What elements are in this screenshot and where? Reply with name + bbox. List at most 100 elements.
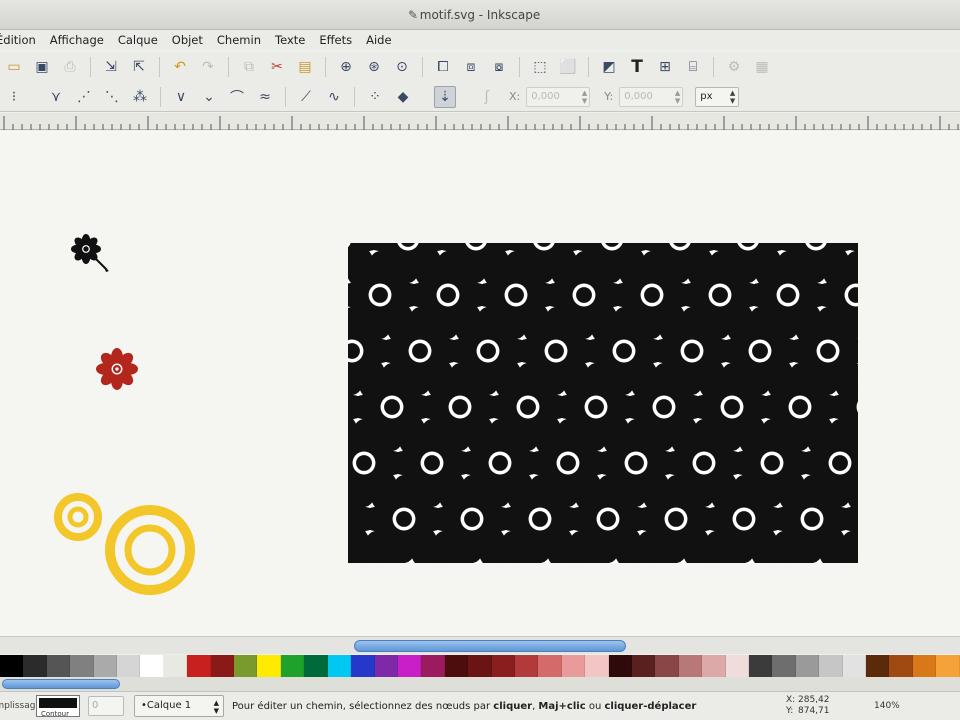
preferences-icon[interactable]: ⚙: [723, 56, 745, 78]
palette-swatch[interactable]: [210, 655, 235, 677]
yellow-ring-large[interactable]: [105, 505, 195, 595]
palette-swatch[interactable]: [538, 655, 562, 677]
palette-swatch[interactable]: [889, 655, 913, 677]
palette-swatch[interactable]: [444, 655, 469, 677]
yellow-ring-small[interactable]: [54, 493, 102, 541]
paste-icon[interactable]: ▤: [294, 56, 316, 78]
undo-icon[interactable]: ↶: [169, 56, 191, 78]
show-handles-icon[interactable]: ⇣: [434, 85, 456, 108]
text-tool-icon[interactable]: T: [626, 56, 648, 78]
cusp-node-icon[interactable]: ∨: [170, 86, 192, 108]
palette-swatch[interactable]: [468, 655, 492, 677]
palette-swatch[interactable]: [866, 655, 890, 677]
zoom-page-icon[interactable]: ⊙: [391, 56, 413, 78]
ungroup-icon[interactable]: ⬜: [557, 56, 579, 78]
y-coordinate-input[interactable]: 0,000 ▲ ▼: [619, 86, 684, 107]
menu-calque[interactable]: Calque: [111, 33, 165, 47]
duplicate-icon[interactable]: ⧠: [432, 56, 454, 78]
auto-node-icon[interactable]: ≈: [254, 86, 276, 108]
palette-swatch[interactable]: [187, 655, 211, 677]
unit-select[interactable]: px ▲ ▼: [695, 86, 740, 107]
palette-swatch[interactable]: [280, 655, 305, 677]
palette-swatch[interactable]: [257, 655, 281, 677]
document-properties-icon[interactable]: ▦: [751, 56, 773, 78]
palette-swatch[interactable]: [795, 655, 820, 677]
palette-swatch[interactable]: [421, 655, 445, 677]
drawing-canvas[interactable]: [0, 131, 960, 636]
palette-swatch[interactable]: [631, 655, 656, 677]
stroke-width-input[interactable]: 0: [88, 696, 124, 716]
palette-swatch[interactable]: [46, 655, 71, 677]
palette-swatch[interactable]: [819, 655, 843, 677]
palette-swatch[interactable]: [93, 655, 118, 677]
menu-edition[interactable]: Édition: [0, 33, 43, 47]
palette-swatch[interactable]: [304, 655, 328, 677]
palette-swatch[interactable]: [397, 655, 422, 677]
horizontal-scrollbar[interactable]: [0, 636, 960, 654]
layer-select[interactable]: •Calque 1 ▲ ▼: [134, 695, 224, 717]
segment-line-icon[interactable]: ⟋: [295, 86, 317, 108]
palette-swatch[interactable]: [351, 655, 375, 677]
print-icon[interactable]: ⎙: [59, 56, 81, 78]
palette-swatch[interactable]: [70, 655, 94, 677]
color-palette[interactable]: [0, 655, 960, 677]
palette-swatch[interactable]: [23, 655, 47, 677]
unlink-clone-icon[interactable]: ⧇: [488, 56, 510, 78]
palette-swatch[interactable]: [655, 655, 679, 677]
palette-scrollbar-thumb[interactable]: [2, 679, 120, 689]
palette-swatch[interactable]: [936, 655, 960, 677]
fill-stroke-icon[interactable]: ◩: [598, 56, 620, 78]
flower-pattern[interactable]: [228, 139, 960, 636]
clone-icon[interactable]: ⧈: [460, 56, 482, 78]
palette-swatch[interactable]: [725, 655, 749, 677]
zoom-drawing-icon[interactable]: ⊛: [363, 56, 385, 78]
break-path-icon[interactable]: ⋰: [73, 86, 95, 108]
cut-icon[interactable]: ✂: [266, 56, 288, 78]
menu-aide[interactable]: Aide: [359, 33, 398, 47]
zoom-level[interactable]: 140%: [874, 701, 904, 711]
redo-icon[interactable]: ↷: [197, 56, 219, 78]
palette-swatch[interactable]: [514, 655, 539, 677]
fill-swatch[interactable]: [39, 698, 77, 708]
join-endnodes-icon[interactable]: ⋱: [101, 86, 123, 108]
menu-objet[interactable]: Objet: [165, 33, 210, 47]
palette-swatch[interactable]: [749, 655, 773, 677]
palette-swatch[interactable]: [491, 655, 515, 677]
palette-swatch[interactable]: [842, 655, 867, 677]
palette-swatch[interactable]: [561, 655, 586, 677]
align-icon[interactable]: ⊞: [654, 56, 676, 78]
scrollbar-thumb[interactable]: [354, 640, 626, 652]
path-outline-icon[interactable]: ʃ: [476, 86, 498, 108]
palette-swatch[interactable]: [374, 655, 398, 677]
palette-swatch[interactable]: [163, 655, 188, 677]
menu-texte[interactable]: Texte: [268, 33, 312, 47]
palette-swatch[interactable]: [327, 655, 352, 677]
open-icon[interactable]: ▭: [3, 56, 25, 78]
fill-stroke-indicator[interactable]: Contour: [36, 695, 80, 718]
object-to-path-icon[interactable]: ⁘: [364, 86, 386, 108]
palette-swatch[interactable]: [772, 655, 796, 677]
palette-swatch[interactable]: [117, 655, 141, 677]
palette-swatch[interactable]: [912, 655, 937, 677]
copy-icon[interactable]: ⧉: [238, 56, 260, 78]
menu-chemin[interactable]: Chemin: [210, 33, 268, 47]
import-icon[interactable]: ⇲: [100, 56, 122, 78]
horizontal-ruler[interactable]: [0, 113, 960, 130]
x-coordinate-input[interactable]: 0,000 ▲ ▼: [526, 86, 591, 107]
smooth-node-icon[interactable]: ⌄: [198, 86, 220, 108]
symmetric-node-icon[interactable]: ⌒: [226, 86, 248, 108]
palette-swatch[interactable]: [234, 655, 258, 677]
xml-editor-icon[interactable]: ⌸: [682, 56, 704, 78]
segment-curve-icon[interactable]: ∿: [323, 86, 345, 108]
group-icon[interactable]: ⬚: [529, 56, 551, 78]
palette-swatch[interactable]: [0, 655, 24, 677]
palette-swatch[interactable]: [585, 655, 609, 677]
stroke-to-path-icon[interactable]: ◆: [392, 86, 414, 108]
palette-swatch[interactable]: [608, 655, 632, 677]
export-icon[interactable]: ⇱: [128, 56, 150, 78]
palette-swatch[interactable]: [702, 655, 726, 677]
zoom-selection-icon[interactable]: ⊕: [335, 56, 357, 78]
palette-swatch[interactable]: [140, 655, 164, 677]
delete-segment-icon[interactable]: ⁂: [129, 86, 151, 108]
save-icon[interactable]: ▣: [31, 56, 53, 78]
